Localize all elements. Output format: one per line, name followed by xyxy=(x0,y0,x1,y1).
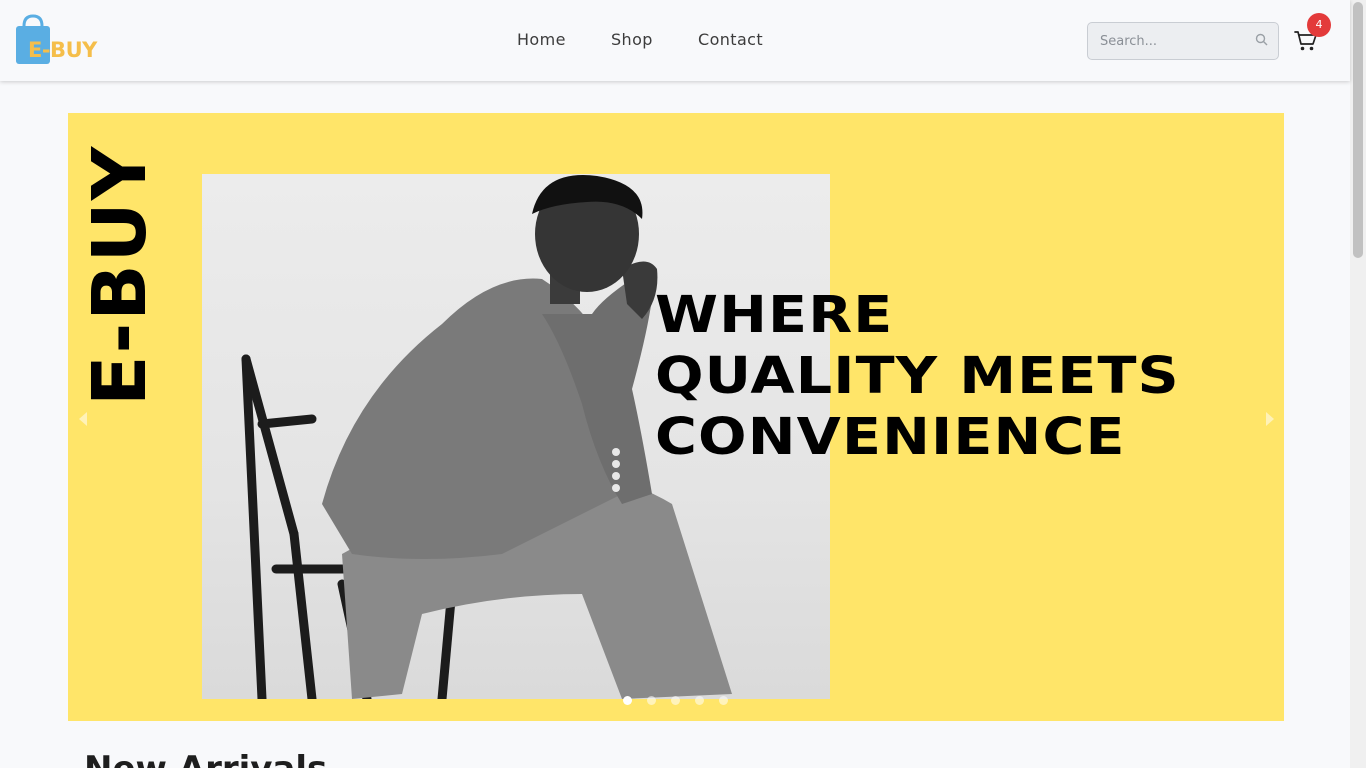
logo[interactable]: E-BUY xyxy=(14,14,98,68)
nav-home[interactable]: Home xyxy=(517,30,566,49)
nav-contact[interactable]: Contact xyxy=(698,30,763,49)
headline-line-1: WHERE xyxy=(655,286,894,345)
carousel-next-icon[interactable] xyxy=(1266,412,1274,426)
search-box xyxy=(1087,22,1279,60)
new-arrivals-heading: New Arrivals xyxy=(84,749,327,768)
hero-vertical-brand: E-BUY xyxy=(77,144,163,406)
carousel-indicator[interactable] xyxy=(695,696,704,705)
carousel-indicator[interactable] xyxy=(719,696,728,705)
search-icon[interactable] xyxy=(1255,33,1268,46)
carousel-indicator[interactable] xyxy=(647,696,656,705)
logo-text: E-BUY xyxy=(28,38,97,62)
carousel-indicator[interactable] xyxy=(623,696,632,705)
cart-count-badge: 4 xyxy=(1307,13,1331,37)
headline-line-3: CONVENIENCE xyxy=(655,408,1126,467)
search-input[interactable] xyxy=(1088,23,1248,59)
scrollbar-thumb[interactable] xyxy=(1353,2,1363,258)
carousel-indicator[interactable] xyxy=(671,696,680,705)
hero-carousel: E-BUY WHERE QUALITY MEETS CONVENIENCE xyxy=(68,113,1284,721)
navbar: E-BUY Home Shop Contact 4 xyxy=(0,0,1350,81)
page-scrollbar[interactable] xyxy=(1350,0,1366,768)
headline-line-2: QUALITY MEETS xyxy=(655,347,1180,406)
hero-headline: WHERE QUALITY MEETS CONVENIENCE xyxy=(655,285,1179,468)
nav-shop[interactable]: Shop xyxy=(611,30,653,49)
carousel-prev-icon[interactable] xyxy=(79,412,87,426)
